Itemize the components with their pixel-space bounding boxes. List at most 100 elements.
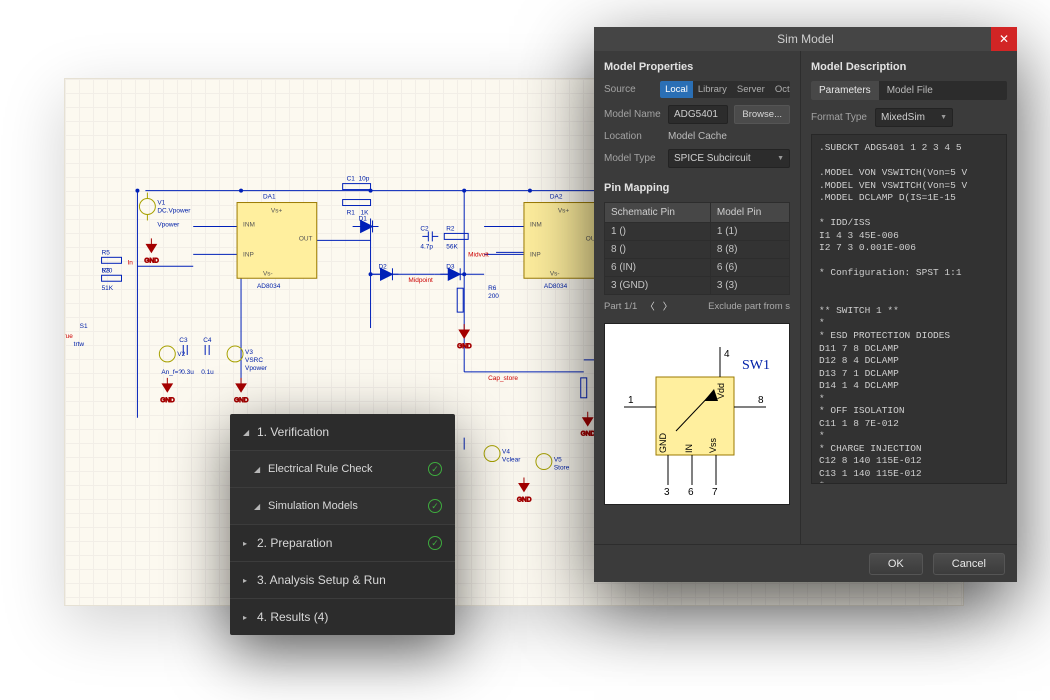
svg-text:1: 1: [628, 395, 634, 406]
section-analysis[interactable]: ▸ 3. Analysis Setup & Run: [230, 562, 455, 599]
seg-server[interactable]: Server: [732, 81, 770, 98]
chevron-down-icon: ◢: [254, 465, 262, 474]
svg-text:Midvolt: Midvolt: [468, 251, 489, 258]
pin-row[interactable]: 3 (GND)3 (3): [605, 277, 790, 295]
model-type-select[interactable]: SPICE Subcircuit▼: [668, 149, 790, 168]
svg-text:51K: 51K: [102, 285, 114, 292]
svg-text:R2: R2: [446, 225, 455, 232]
svg-text:Vs+: Vs+: [558, 207, 570, 214]
ok-button[interactable]: OK: [869, 553, 923, 575]
svg-text:Cap_store: Cap_store: [488, 375, 518, 382]
svg-text:C2: C2: [420, 225, 429, 232]
svg-text:GND: GND: [160, 397, 175, 404]
section-preparation[interactable]: ▸ 2. Preparation ✓: [230, 525, 455, 562]
svg-text:Store: Store: [554, 465, 570, 472]
pin-mapping-header: Pin Mapping: [604, 182, 790, 194]
section-sim-models[interactable]: ◢ Simulation Models ✓: [230, 488, 455, 525]
svg-text:V4: V4: [502, 449, 510, 456]
seg-octopart[interactable]: Octopa: [770, 81, 790, 98]
section-results[interactable]: ▸ 4. Results (4): [230, 599, 455, 635]
svg-text:200: 200: [488, 293, 499, 300]
svg-text:An_f=?: An_f=?: [161, 369, 182, 376]
format-type-select[interactable]: MixedSim▼: [875, 108, 953, 127]
symbol-preview: 1 8 4 3 6 7 GND IN Vss Vdd SW1: [604, 323, 790, 505]
check-ok-icon: ✓: [428, 499, 442, 513]
svg-text:IN: IN: [684, 444, 694, 453]
svg-text:V1: V1: [157, 200, 165, 207]
svg-text:GND: GND: [658, 433, 668, 454]
svg-text:V5: V5: [554, 457, 562, 464]
pin-row[interactable]: 6 (IN)6 (6): [605, 259, 790, 277]
svg-text:INM: INM: [243, 221, 255, 228]
svg-text:D3: D3: [446, 263, 455, 270]
svg-text:R5: R5: [102, 249, 111, 256]
browse-button[interactable]: Browse...: [734, 105, 790, 124]
section-verification[interactable]: ◢ 1. Verification: [230, 414, 455, 451]
svg-text:OUT: OUT: [299, 235, 313, 242]
svg-text:VSRC: VSRC: [245, 357, 263, 364]
check-ok-icon: ✓: [428, 536, 442, 550]
caret-down-icon: ▼: [940, 114, 947, 121]
source-label: Source: [604, 84, 654, 95]
svg-text:Midpoint: Midpoint: [408, 277, 433, 284]
desc-tabs: Parameters Model File: [811, 81, 1007, 100]
caret-down-icon: ▼: [777, 155, 784, 162]
svg-text:Vpower: Vpower: [157, 221, 180, 228]
seg-local[interactable]: Local: [660, 81, 693, 98]
chevron-down-icon: ◢: [254, 502, 262, 511]
svg-text:DC.Vpower: DC.Vpower: [157, 207, 191, 214]
pin-mapping-table: Schematic Pin Model Pin 1 ()1 (1) 8 ()8 …: [604, 202, 790, 295]
pin-row[interactable]: 1 ()1 (1): [605, 223, 790, 241]
tab-parameters[interactable]: Parameters: [811, 81, 879, 100]
chevron-right-icon: ▸: [243, 576, 251, 585]
svg-text:Vclear: Vclear: [502, 457, 521, 464]
svg-text:C1: C1: [347, 176, 356, 183]
format-type-label: Format Type: [811, 112, 869, 123]
svg-text:1K: 1K: [361, 209, 370, 216]
svg-text:0.1u: 0.1u: [201, 369, 214, 376]
svg-text:Vs+: Vs+: [271, 207, 283, 214]
svg-text:V2: V2: [177, 351, 185, 358]
col-schematic-pin[interactable]: Schematic Pin: [605, 203, 711, 223]
location-label: Location: [604, 131, 662, 142]
source-segmented[interactable]: Local Library Server Octopa: [660, 81, 790, 98]
svg-text:trtw: trtw: [74, 341, 85, 348]
svg-text:C4: C4: [203, 337, 212, 344]
next-part-button[interactable]: 〉: [663, 299, 673, 313]
pin-row[interactable]: 8 ()8 (8): [605, 241, 790, 259]
section-label: 2. Preparation: [257, 536, 332, 550]
prev-part-button[interactable]: 〈: [645, 299, 655, 313]
spice-netlist[interactable]: .SUBCKT ADG5401 1 2 3 4 5 .MODEL VON VSW…: [811, 134, 1007, 484]
svg-text:R3: R3: [102, 267, 111, 274]
seg-library[interactable]: Library: [693, 81, 732, 98]
section-label: Electrical Rule Check: [268, 463, 373, 475]
svg-text:D1: D1: [359, 215, 368, 222]
svg-text:DA2: DA2: [550, 194, 563, 201]
svg-text:INP: INP: [530, 251, 541, 258]
svg-text:Vpower: Vpower: [245, 365, 268, 372]
part-counter: Part 1/1: [604, 301, 637, 312]
sim-model-dialog: Sim Model ✕ Model Properties Source Loca…: [594, 27, 1017, 582]
section-erc[interactable]: ◢ Electrical Rule Check ✓: [230, 451, 455, 488]
chevron-down-icon: ◢: [243, 428, 251, 437]
svg-text:R1: R1: [347, 209, 356, 216]
cancel-button[interactable]: Cancel: [933, 553, 1005, 575]
svg-text:GND: GND: [457, 343, 472, 350]
svg-text:DA1: DA1: [263, 194, 276, 201]
col-model-pin[interactable]: Model Pin: [710, 203, 789, 223]
svg-text:10p: 10p: [359, 176, 370, 183]
svg-text:8: 8: [758, 395, 764, 406]
model-description-header: Model Description: [811, 61, 1007, 73]
svg-text:Vdd: Vdd: [716, 383, 726, 399]
svg-text:In: In: [127, 259, 133, 266]
svg-text:0.3u: 0.3u: [181, 369, 194, 376]
svg-text:56K: 56K: [446, 243, 458, 250]
section-label: 3. Analysis Setup & Run: [257, 573, 386, 587]
exclude-hint: Exclude part from s: [680, 301, 790, 312]
close-button[interactable]: ✕: [991, 27, 1017, 51]
model-name-input[interactable]: [668, 105, 728, 124]
model-name-label: Model Name: [604, 109, 662, 120]
tab-model-file[interactable]: Model File: [879, 81, 941, 100]
svg-text:GND: GND: [234, 397, 249, 404]
section-label: Simulation Models: [268, 500, 358, 512]
